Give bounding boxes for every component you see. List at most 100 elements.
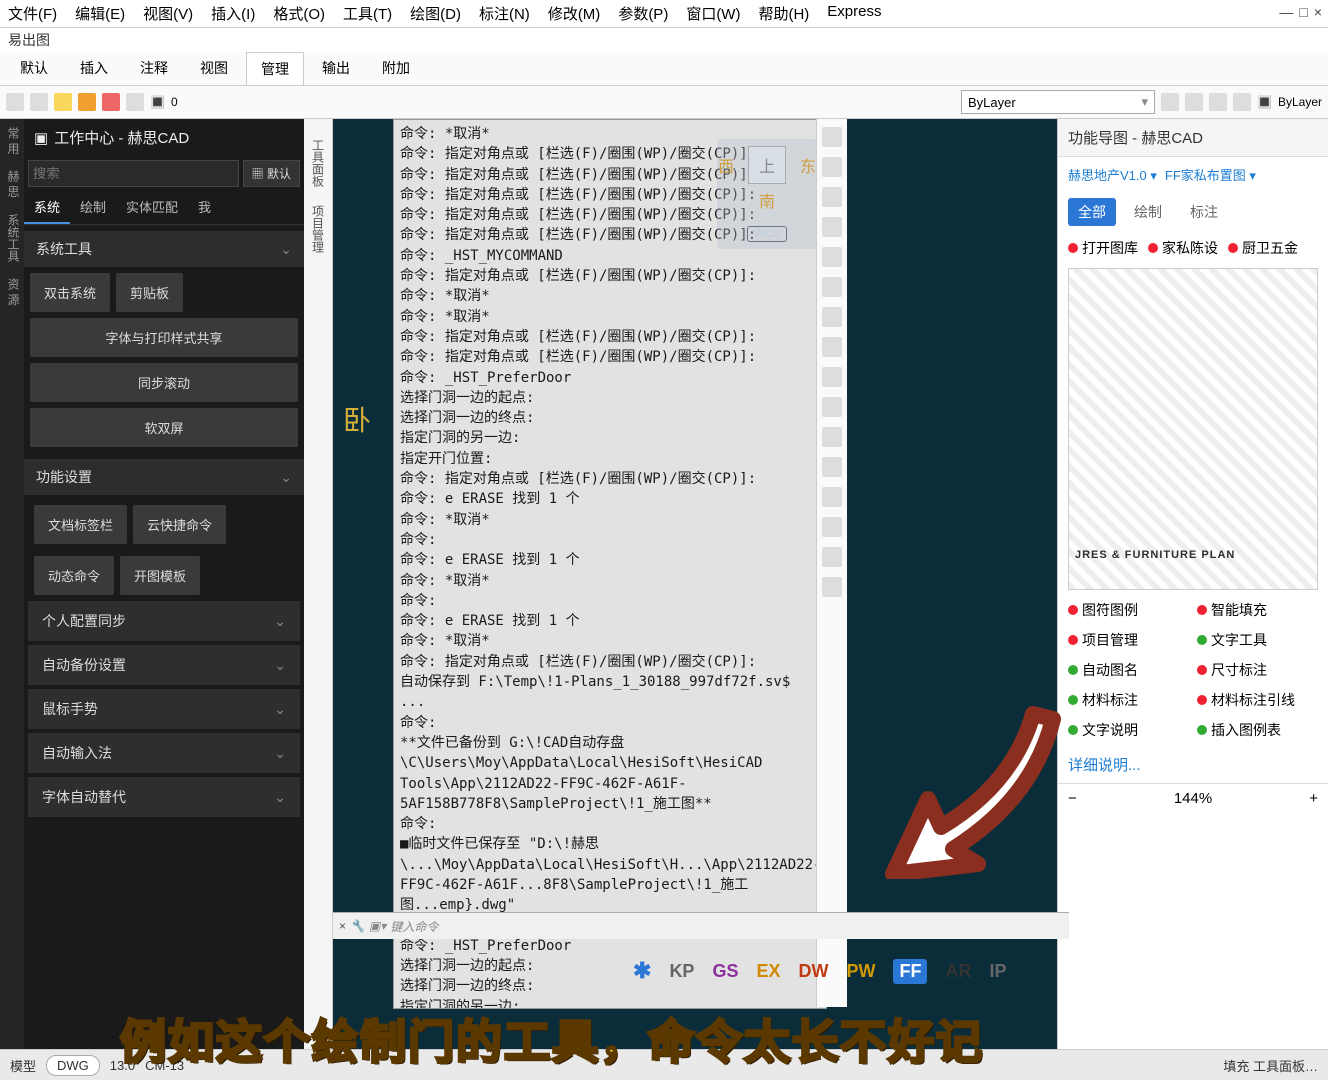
tool-icon[interactable] [822,487,842,507]
tool-icon[interactable] [822,157,842,177]
system-tool-button[interactable]: 字体与打印样式共享 [30,318,298,357]
ribbon-tab[interactable]: 插入 [66,52,122,85]
drawing-canvas[interactable]: 卧 命令: *取消* 命令: 指定对角点或 [栏选(F)/圈围(WP)/圈交(C… [333,119,1057,1049]
menu-item[interactable]: 视图(V) [143,3,193,24]
legend-item[interactable]: 插入图例表 [1197,720,1318,740]
model-tab[interactable]: 模型 [10,1056,36,1075]
dwg-tab[interactable]: DWG [46,1055,100,1076]
func-row[interactable]: 个人配置同步⌄ [28,601,300,641]
menu-item[interactable]: 插入(I) [211,3,255,24]
tool-icon[interactable] [822,217,842,237]
quick-cmd-ff[interactable]: FF [893,959,927,984]
drawing-select[interactable]: FF家私布置图 ▾ [1165,165,1256,184]
tool-icon[interactable] [822,127,842,147]
menu-item[interactable]: 参数(P) [618,3,668,24]
func-button[interactable]: 云快捷命令 [133,505,226,544]
tool-icon[interactable] [822,427,842,447]
lock-icon[interactable] [126,93,144,111]
view-cube[interactable]: 西 上 东 南 WCS [717,139,817,249]
left-tab[interactable]: 我 [188,191,221,224]
func-row[interactable]: 自动输入法⌄ [28,733,300,773]
func-row[interactable]: 字体自动替代⌄ [28,777,300,817]
filter-tab[interactable]: 全部 [1068,198,1116,226]
menu-item[interactable]: Express [827,3,881,24]
left-side-tab[interactable]: 资 源 [0,270,24,313]
wrench-icon[interactable]: 🔧 [350,919,365,933]
section-system-tools[interactable]: 系统工具⌄ [24,231,304,267]
rect-icon[interactable] [102,93,120,111]
filter-tab[interactable]: 绘制 [1124,198,1172,226]
ribbon-tab[interactable]: 注释 [126,52,182,85]
tool-icon[interactable] [30,93,48,111]
tool-icon[interactable] [822,307,842,327]
minimize-button[interactable]: — [1279,4,1293,20]
ribbon-tab[interactable]: 默认 [6,52,62,85]
close-icon[interactable]: × [339,919,346,933]
left-tab[interactable]: 绘制 [70,191,116,224]
func-button[interactable]: 开图模板 [120,556,200,595]
legend-item[interactable]: 材料标注 [1068,690,1189,710]
system-tool-button[interactable]: 剪贴板 [116,273,183,312]
legend-item[interactable]: 文字工具 [1197,630,1318,650]
quick-cmd-✱[interactable]: ✱ [633,958,651,984]
menu-item[interactable]: 标注(N) [479,3,530,24]
tool-icon[interactable] [6,93,24,111]
details-link[interactable]: 详细说明... [1058,746,1328,783]
menu-item[interactable]: 文件(F) [8,3,57,24]
left-tab[interactable]: 系统 [24,191,70,224]
left-side-tab[interactable]: 系统工具 [0,206,24,270]
ribbon-tab[interactable]: 附加 [368,52,424,85]
lightbulb-icon[interactable] [54,93,72,111]
quick-cmd-ex[interactable]: EX [756,961,780,982]
system-tool-button[interactable]: 软双屏 [30,408,298,447]
menu-item[interactable]: 修改(M) [548,3,601,24]
tool-icon[interactable] [822,457,842,477]
tool-icon[interactable] [822,187,842,207]
left-side-tab[interactable]: 常 用 [0,119,24,162]
tool-icon[interactable] [822,547,842,567]
canvas-side-tab[interactable]: 项目管理 [310,205,327,253]
quick-cmd-pw[interactable]: PW [846,961,875,982]
sun-icon[interactable] [78,93,96,111]
legend-item[interactable]: 自动图名 [1068,660,1189,680]
legend-item[interactable]: 文字说明 [1068,720,1189,740]
tool-icon[interactable] [822,397,842,417]
tool-icon[interactable] [822,577,842,597]
left-side-tab[interactable]: 赫 思 [0,162,24,205]
terminal-icon[interactable]: ▣▾ [369,919,386,933]
linetype-select[interactable]: ByLayer▾ [961,90,1155,114]
menu-item[interactable]: 帮助(H) [758,3,809,24]
section-function-settings[interactable]: 功能设置⌄ [24,459,304,495]
search-icon[interactable] [1185,93,1203,111]
system-tool-button[interactable]: 双击系统 [30,273,110,312]
legend-item[interactable]: 智能填充 [1197,600,1318,620]
tool-icon[interactable] [822,337,842,357]
legend-item[interactable]: 尺寸标注 [1197,660,1318,680]
zoom-in-button[interactable]: + [1309,790,1318,807]
func-row[interactable]: 自动备份设置⌄ [28,645,300,685]
menu-item[interactable]: 工具(T) [343,3,392,24]
zoom-out-button[interactable]: − [1068,790,1077,807]
legend-item[interactable]: 项目管理 [1068,630,1189,650]
left-tab[interactable]: 实体匹配 [116,191,188,224]
func-button[interactable]: 文档标签栏 [34,505,127,544]
maximize-button[interactable]: □ [1299,4,1307,20]
command-input-placeholder[interactable]: 键入命令 [390,918,438,935]
ribbon-tab[interactable]: 输出 [308,52,364,85]
quick-cmd-ip[interactable]: IP [989,961,1006,982]
func-button[interactable]: 动态命令 [34,556,114,595]
menu-item[interactable]: 格式(O) [273,3,325,24]
category-chip[interactable]: 打开图库 [1068,238,1138,258]
category-chip[interactable]: 家私陈设 [1148,238,1218,258]
tool-icon[interactable] [822,277,842,297]
category-chip[interactable]: 厨卫五金 [1228,238,1298,258]
quick-cmd-dw[interactable]: DW [798,961,828,982]
search-input[interactable] [28,160,239,187]
command-input-bar[interactable]: × 🔧 ▣▾ 键入命令 [333,912,1069,939]
quick-cmd-gs[interactable]: GS [712,961,738,982]
tool-icon[interactable] [822,247,842,267]
menu-item[interactable]: 窗口(W) [686,3,740,24]
project-select[interactable]: 赫思地产V1.0 ▾ [1068,165,1157,184]
quick-cmd-kp[interactable]: KP [669,961,694,982]
canvas-side-tab[interactable]: 工具面板 [310,139,327,187]
